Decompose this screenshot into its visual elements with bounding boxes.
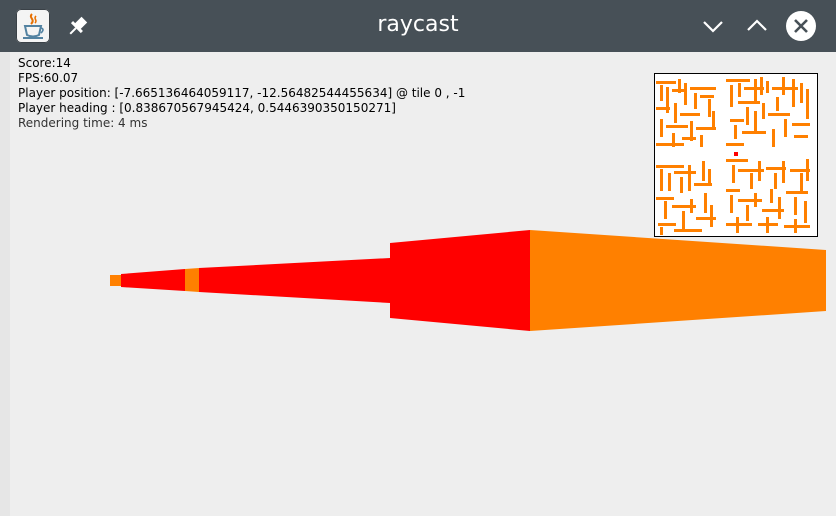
player-position-text: Player position: [-7.665136464059117, -1…	[18, 86, 466, 100]
minimap-maze	[656, 77, 810, 235]
wall-slice-near	[530, 230, 826, 331]
hud-overlay: Score:14 FPS:60.07 Player position: [-7.…	[18, 56, 465, 131]
wall-slice	[390, 230, 530, 331]
wall-slice	[121, 269, 185, 291]
wall-slice	[199, 258, 390, 303]
fps-text: FPS:60.07	[18, 71, 79, 85]
wall-slice	[185, 268, 199, 292]
score-text: Score:14	[18, 56, 71, 70]
player-marker	[734, 152, 738, 156]
minimap	[654, 73, 818, 237]
rendering-time-text: Rendering time: 4 ms	[18, 116, 148, 130]
player-heading-text: Player heading : [0.838670567945424, 0.5…	[18, 101, 396, 115]
wall-slice-far	[110, 275, 121, 286]
